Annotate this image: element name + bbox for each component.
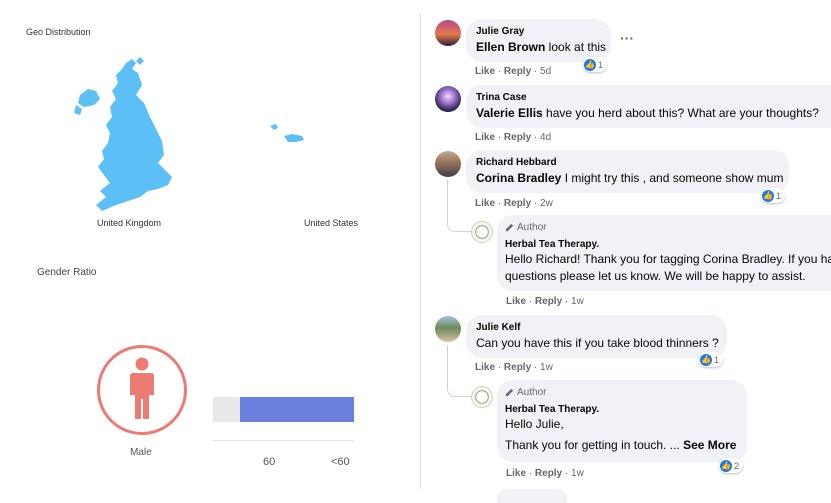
comment-actions: Like · Reply · 2w	[475, 198, 553, 209]
us-map	[270, 124, 304, 142]
see-more-link[interactable]: See More	[683, 438, 736, 452]
avatar[interactable]	[435, 20, 461, 46]
geo-distribution-title: Geo Distribution	[26, 27, 91, 37]
comment-actions: Like · Reply · 1w	[506, 296, 584, 307]
comment-text: Hello Richard! Thank you for tagging Cor…	[505, 252, 831, 266]
comment-author[interactable]: Richard Hebbard	[476, 156, 779, 169]
comment-text: look at this	[545, 40, 607, 54]
age-bar-fill	[240, 397, 354, 422]
uk-map	[74, 57, 172, 211]
comment-text: Thank you for getting in touch. ...	[505, 438, 684, 452]
comment-bubble: Richard Hebbard Corina Bradley I might t…	[466, 150, 789, 193]
pencil-icon	[505, 388, 514, 397]
like-reaction-icon: 👍	[700, 353, 712, 366]
reply-link[interactable]: Reply	[535, 468, 562, 479]
comment-actions: Like · Reply · 1w	[475, 362, 553, 373]
axis-tick-60: 60	[263, 456, 276, 468]
like-link[interactable]: Like	[475, 132, 495, 143]
like-link[interactable]: Like	[506, 296, 526, 307]
comment-author[interactable]: Julie Gray	[476, 25, 601, 38]
comment-text: questions please let us know. We will be…	[505, 269, 806, 283]
comment-bubble: Julie Gray Ellen Brown look at this	[466, 19, 611, 62]
gender-ratio-title: Gender Ratio	[37, 267, 97, 278]
country-label-us: United States	[304, 218, 359, 228]
audience-insights-panel: Geo Distribution United Kingdom United S…	[0, 0, 420, 503]
comment-actions: Like · Reply · 5d	[475, 66, 552, 77]
male-person-icon	[130, 357, 154, 419]
axis-tick-under-60: <60	[331, 456, 350, 468]
age-bar-axis	[213, 440, 354, 441]
comment-text: Can you have this if you take blood thin…	[476, 336, 719, 350]
comment-text: Hello Julie,	[505, 417, 564, 431]
timestamp[interactable]: 4d	[540, 132, 551, 143]
timestamp[interactable]: 1w	[571, 468, 584, 479]
author-badge: Author	[505, 386, 737, 399]
reply-thread-line	[447, 345, 473, 397]
panel-divider	[420, 14, 421, 489]
comment-bubble: Author Herbal Tea Therapy. Hello Julie, …	[497, 380, 747, 462]
reply-link[interactable]: Reply	[504, 198, 531, 209]
mention-link[interactable]: Corina Bradley	[476, 171, 561, 185]
reaction-count[interactable]: 👍 1	[583, 57, 608, 72]
more-options-icon[interactable]: ···	[620, 30, 634, 46]
reply-link[interactable]: Reply	[535, 296, 562, 307]
comment-bubble: Julie Kelf Can you have this if you take…	[466, 315, 727, 358]
male-gender-circle	[97, 345, 187, 435]
timestamp[interactable]: 1w	[571, 296, 584, 307]
comment-text: I might try this , and someone show mum	[561, 171, 784, 185]
comment-bubble: Trina Case Valerie Ellis have you herd a…	[466, 85, 831, 128]
comment-author[interactable]: Julie Kelf	[476, 321, 717, 334]
reply-link[interactable]: Reply	[504, 362, 531, 373]
timestamp[interactable]: 5d	[540, 66, 551, 77]
page-avatar[interactable]	[471, 386, 493, 408]
comment-author[interactable]: Trina Case	[476, 91, 821, 104]
comment-bubble: Author Herbal Tea Therapy. Hello Richard…	[497, 215, 831, 291]
comment-actions: Like · Reply · 4d	[475, 132, 552, 143]
comment-author[interactable]: Herbal Tea Therapy.	[505, 238, 821, 251]
reply-thread-line	[447, 180, 473, 232]
like-reaction-icon: 👍	[584, 58, 596, 71]
mention-link[interactable]: Valerie Ellis	[476, 106, 543, 120]
avatar[interactable]	[435, 316, 461, 342]
avatar[interactable]	[435, 86, 461, 112]
pencil-icon	[505, 223, 514, 232]
like-link[interactable]: Like	[475, 198, 495, 209]
like-link[interactable]: Like	[475, 66, 495, 77]
comment-text: have you herd about this? What are your …	[542, 106, 819, 120]
like-reaction-icon: 👍	[720, 459, 732, 472]
country-label-uk: United Kingdom	[97, 218, 162, 228]
comment-actions: Like · Reply · 1w	[506, 468, 584, 479]
comment-author[interactable]: Herbal Tea Therapy.	[505, 403, 737, 416]
like-link[interactable]: Like	[475, 362, 495, 373]
timestamp[interactable]: 1w	[540, 362, 553, 373]
reaction-count[interactable]: 👍 2	[719, 458, 744, 473]
like-link[interactable]: Like	[506, 468, 526, 479]
author-badge: Author	[505, 221, 821, 234]
reply-link[interactable]: Reply	[504, 66, 531, 77]
page-avatar[interactable]	[471, 221, 493, 243]
reaction-count[interactable]: 👍 1	[761, 188, 786, 203]
mention-link[interactable]: Ellen Brown	[476, 40, 545, 54]
like-reaction-icon: 👍	[762, 189, 774, 202]
reaction-count[interactable]: 👍 1	[699, 352, 724, 367]
avatar[interactable]	[435, 151, 461, 177]
gender-label-male: Male	[130, 447, 152, 458]
timestamp[interactable]: 2w	[540, 198, 553, 209]
reply-link[interactable]: Reply	[504, 132, 531, 143]
next-comment-bubble-edge	[497, 489, 567, 503]
